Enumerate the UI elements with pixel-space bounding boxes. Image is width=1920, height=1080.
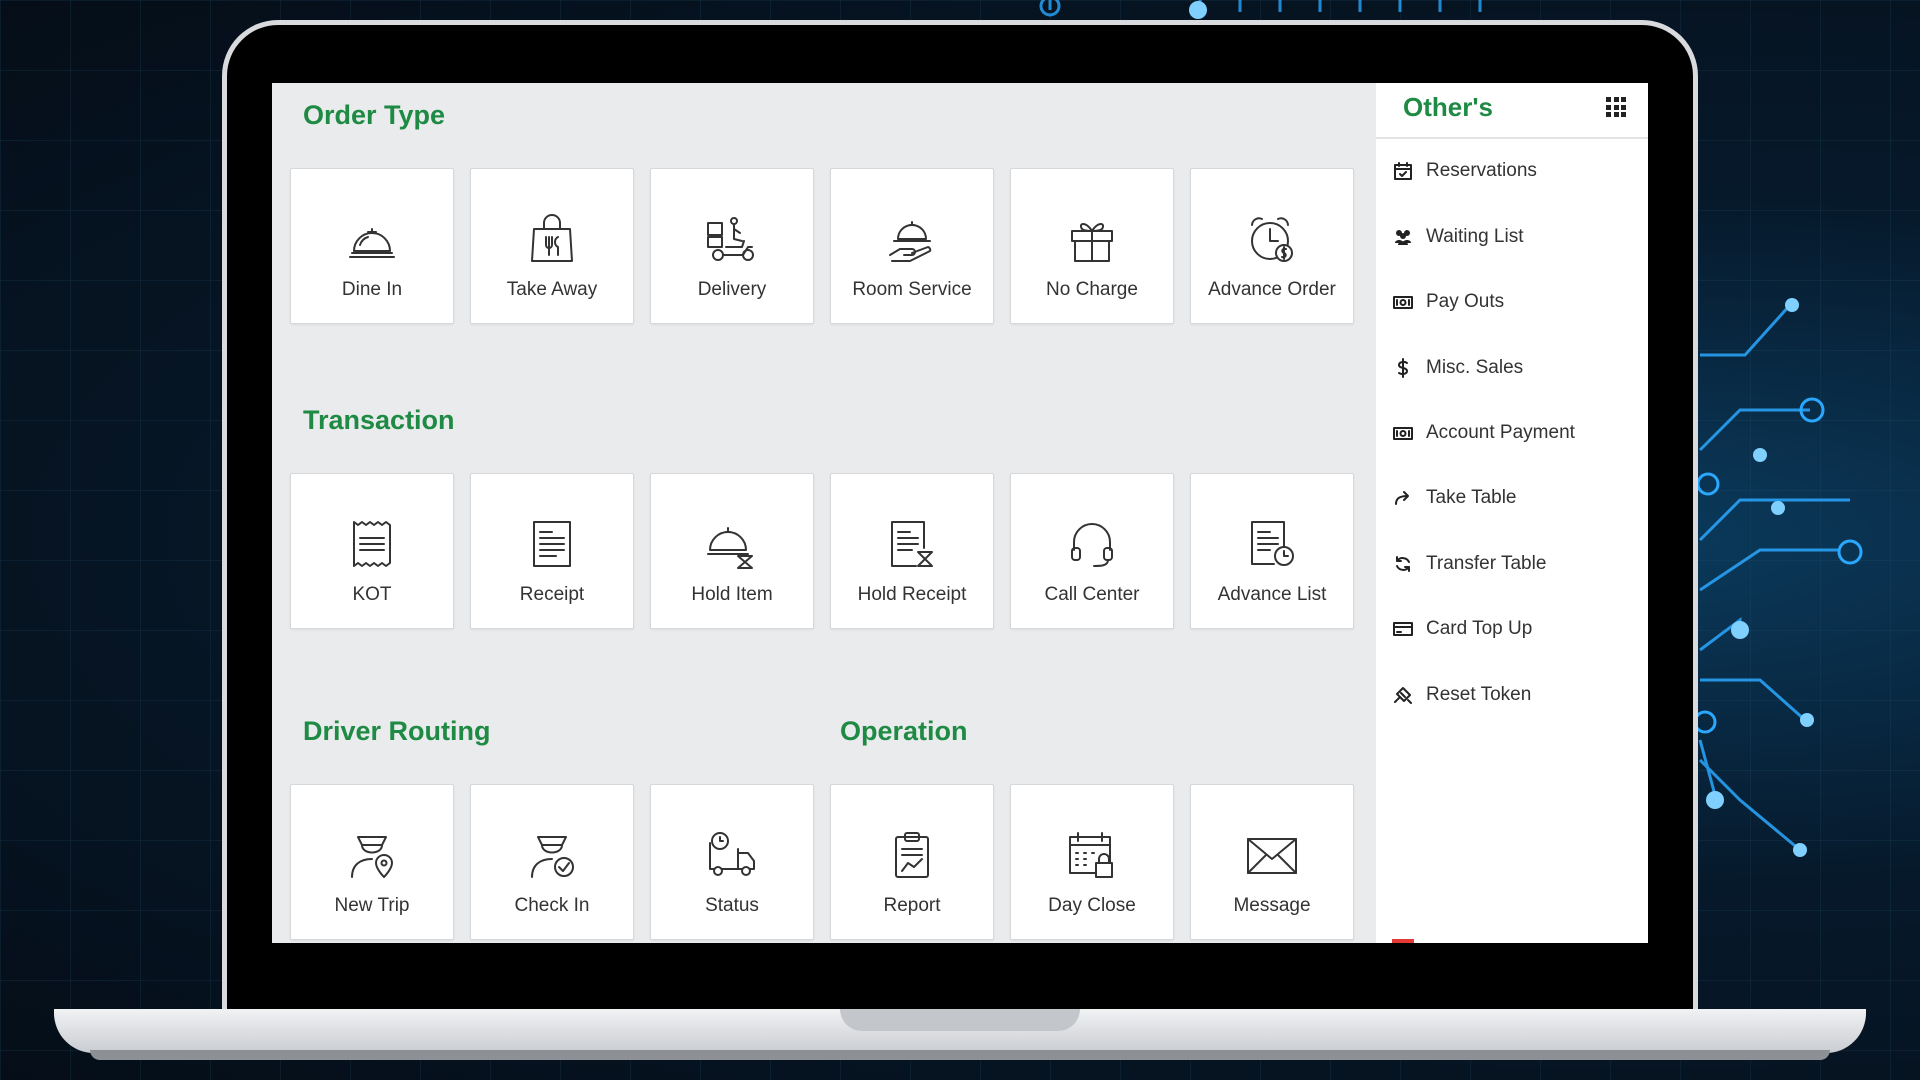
cloche-icon [344, 211, 400, 267]
tile-label: Day Close [1048, 895, 1136, 916]
tile-advance-list[interactable]: Advance List [1190, 473, 1354, 629]
tile-take-away[interactable]: Take Away [470, 168, 634, 324]
users-icon [1392, 226, 1414, 248]
apps-grid-icon[interactable] [1606, 97, 1626, 117]
room-service-icon [884, 211, 940, 267]
clipboard-chart-icon [884, 827, 940, 883]
laptop-notch [840, 1009, 1080, 1031]
tile-receipt[interactable]: Receipt [470, 473, 634, 629]
tile-label: Message [1233, 895, 1311, 916]
dollar-icon [1392, 357, 1414, 379]
reset-token-icon [1392, 684, 1414, 706]
sidebar-item-label: Reset Token [1426, 684, 1532, 705]
tile-label: New Trip [334, 895, 410, 916]
others-sidebar: Other's Reservations Waiting List Pay Ou… [1376, 83, 1648, 943]
tile-label: Room Service [852, 279, 972, 300]
tile-label: Status [705, 895, 759, 916]
hold-item-icon [704, 516, 760, 572]
alarm-clock-dollar-icon [1244, 211, 1300, 267]
tile-label: No Charge [1046, 279, 1138, 300]
section-title-driver-routing: Driver Routing [303, 716, 491, 746]
tile-delivery[interactable]: Delivery [650, 168, 814, 324]
delivery-scooter-icon [704, 211, 760, 267]
tile-new-trip[interactable]: New Trip [290, 784, 454, 940]
sidebar-item-label: Take Table [1426, 487, 1517, 508]
tile-label: Hold Receipt [857, 584, 967, 605]
sidebar-item-card-top-up[interactable]: Card Top Up [1376, 609, 1648, 649]
laptop-base-shadow [90, 1050, 1830, 1060]
sidebar-item-reservations[interactable]: Reservations [1376, 151, 1648, 191]
takeaway-bag-icon [524, 211, 580, 267]
sidebar-item-label: Misc. Sales [1426, 357, 1524, 378]
driver-check-icon [524, 827, 580, 883]
tile-report[interactable]: Report [830, 784, 994, 940]
tile-room-service[interactable]: Room Service [830, 168, 994, 324]
sidebar-item-waiting-list[interactable]: Waiting List [1376, 217, 1648, 257]
sidebar-item-label: Reservations [1426, 160, 1537, 181]
gift-icon [1064, 211, 1120, 267]
tile-label: Take Away [506, 279, 598, 300]
tile-label: Delivery [697, 279, 767, 300]
sidebar-item-label: Account Payment [1426, 422, 1575, 443]
credit-card-icon [1392, 618, 1414, 640]
advance-list-icon [1244, 516, 1300, 572]
tile-dine-in[interactable]: Dine In [290, 168, 454, 324]
section-title-transaction: Transaction [303, 405, 455, 435]
tile-label: Dine In [341, 279, 403, 300]
tile-label: Advance List [1217, 584, 1327, 605]
tile-label: Call Center [1044, 584, 1140, 605]
sidebar-item-transfer-table[interactable]: Transfer Table [1376, 544, 1648, 584]
envelope-icon [1244, 827, 1300, 883]
calendar-check-icon [1392, 160, 1414, 182]
scroll-indicator [1392, 939, 1414, 943]
sidebar-item-reset-token[interactable]: Reset Token [1376, 675, 1648, 715]
share-arrow-icon [1392, 487, 1414, 509]
receipt-icon [524, 516, 580, 572]
sidebar-item-label: Card Top Up [1426, 618, 1533, 639]
app-screen: Order Type Dine In Take Away Delivery Ro… [272, 83, 1648, 943]
tile-message[interactable]: Message [1190, 784, 1354, 940]
hold-receipt-icon [884, 516, 940, 572]
tile-label: Advance Order [1208, 279, 1336, 300]
sidebar-item-take-table[interactable]: Take Table [1376, 478, 1648, 518]
tile-call-center[interactable]: Call Center [1010, 473, 1174, 629]
tile-hold-receipt[interactable]: Hold Receipt [830, 473, 994, 629]
money-bill-icon [1392, 291, 1414, 313]
sidebar-item-account-payment[interactable]: Account Payment [1376, 413, 1648, 453]
main-panel: Order Type Dine In Take Away Delivery Ro… [272, 83, 1376, 943]
headset-icon [1064, 516, 1120, 572]
calendar-lock-icon [1064, 827, 1120, 883]
sidebar-item-misc-sales[interactable]: Misc. Sales [1376, 348, 1648, 388]
kot-ticket-icon [344, 516, 400, 572]
sidebar-item-pay-outs[interactable]: Pay Outs [1376, 282, 1648, 322]
tile-no-charge[interactable]: No Charge [1010, 168, 1174, 324]
tile-hold-item[interactable]: Hold Item [650, 473, 814, 629]
tile-label: Check In [514, 895, 590, 916]
refresh-icon [1392, 553, 1414, 575]
tile-check-in[interactable]: Check In [470, 784, 634, 940]
tile-label: Report [883, 895, 941, 916]
sidebar-item-label: Waiting List [1426, 226, 1524, 247]
sidebar-item-label: Transfer Table [1426, 553, 1547, 574]
section-title-order-type: Order Type [303, 100, 446, 130]
tile-label: Receipt [519, 584, 585, 605]
tile-label: Hold Item [691, 584, 773, 605]
tile-kot[interactable]: KOT [290, 473, 454, 629]
sidebar-item-label: Pay Outs [1426, 291, 1505, 312]
tile-status[interactable]: Status [650, 784, 814, 940]
sidebar-header: Other's [1376, 83, 1648, 139]
money-bill-icon [1392, 422, 1414, 444]
tile-label: KOT [352, 584, 392, 605]
section-title-operation: Operation [840, 716, 968, 746]
tile-advance-order[interactable]: Advance Order [1190, 168, 1354, 324]
driver-location-icon [344, 827, 400, 883]
truck-clock-icon [704, 827, 760, 883]
sidebar-title: Other's [1403, 92, 1493, 122]
tile-day-close[interactable]: Day Close [1010, 784, 1174, 940]
